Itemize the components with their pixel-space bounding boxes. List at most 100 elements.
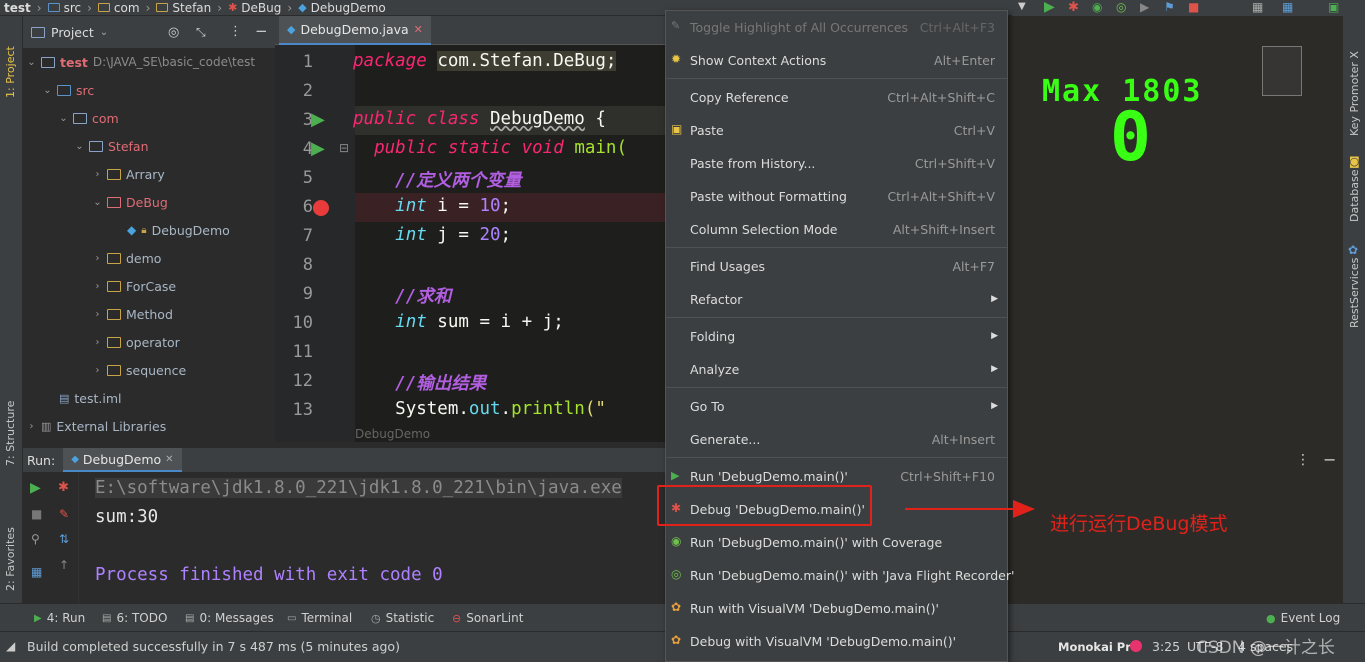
visualvm-icon: ✿ (671, 600, 682, 614)
key-promoter-tool-tab[interactable]: Key Promoter X (1348, 51, 1361, 136)
annotation-highlight-box (657, 485, 872, 526)
menu-item-refactor[interactable]: Refactor ▶ (666, 285, 1007, 313)
tab-run[interactable]: ▶ 4: Run (34, 611, 85, 625)
breadcrumb-debugdemo[interactable]: ◆ DebugDemo (298, 1, 386, 15)
breadcrumb-debug[interactable]: ✱ DeBug (228, 1, 281, 15)
close-icon[interactable]: ✕ (165, 454, 173, 465)
project-view-selector[interactable]: Project (51, 25, 94, 40)
sort-icon[interactable]: ⇅ (59, 532, 69, 546)
menu-item-run-with-jfr[interactable]: ◎ Run 'DebugDemo.main()' with 'Java Fligh… (666, 561, 1014, 589)
sonarlint-icon: ⊖ (452, 611, 462, 625)
menu-item-debug-with-visualvm[interactable]: ✿ Debug with VisualVM 'DebugDemo.main()' (666, 627, 1007, 655)
profile-icon[interactable]: ◎ (1116, 0, 1126, 14)
theme-indicator[interactable]: Monokai Pro (1058, 640, 1139, 654)
chevron-down-icon[interactable]: ⌄ (100, 27, 108, 38)
clipboard-icon: ▣ (671, 122, 683, 136)
tree-item-operator[interactable]: › operator (93, 332, 180, 352)
code-editor[interactable]: ◆ DebugDemo.java ✕ 1 2 3 4 5 6 7 8 9 10 … (275, 16, 665, 442)
debug-icon[interactable]: ✱ (58, 480, 69, 495)
database-tool-tab[interactable]: Database (1348, 170, 1361, 223)
pin-icon[interactable]: ⚲ (31, 532, 40, 546)
menu-item-folding[interactable]: Folding ▶ (666, 322, 1007, 350)
tree-item-com[interactable]: ⌄ com (59, 108, 118, 128)
tab-debugdemo-java[interactable]: ◆ DebugDemo.java ✕ (279, 16, 431, 45)
todo-icon: ▤ (102, 612, 112, 624)
menu-item-find-usages[interactable]: Find Usages Alt+F7 (666, 252, 1007, 280)
tab-statistic[interactable]: ◷ Statistic (371, 611, 434, 625)
settings-icon[interactable]: ⋮ (229, 24, 242, 39)
run-tab-debugdemo[interactable]: ◆ DebugDemo ✕ (63, 448, 182, 472)
tab-sonarlint[interactable]: ⊖ SonarLint (452, 611, 523, 625)
tree-item-demo[interactable]: › demo (93, 248, 162, 268)
tab-terminal[interactable]: ▭ Terminal (287, 611, 352, 625)
event-log-tab[interactable]: ● Event Log (1266, 611, 1340, 625)
tree-item-src[interactable]: ⌄ src (43, 80, 94, 100)
editor-breadcrumb[interactable]: DebugDemo (355, 427, 430, 441)
menu-item-paste-from-history[interactable]: Paste from History... Ctrl+Shift+V (666, 149, 1007, 177)
editor-gutter[interactable]: 1 2 3 4 5 6 7 8 9 10 11 12 13 ▶ ▶ ⊟ (275, 45, 355, 442)
minimize-icon[interactable]: − (255, 22, 268, 40)
menu-item-copy-reference[interactable]: Copy Reference Ctrl+Alt+Shift+C (666, 83, 1007, 111)
vcs-icon[interactable]: ▣ (1328, 0, 1339, 14)
project-tool-tab[interactable]: 1: Project (4, 46, 17, 98)
menu-item-show-context-actions[interactable]: ✹ Show Context Actions Alt+Enter (666, 46, 1007, 74)
breadcrumb-com[interactable]: com (97, 1, 140, 15)
scroll-up-icon[interactable]: ↑ (59, 558, 69, 572)
coverage-icon[interactable]: ◉ (1092, 0, 1102, 14)
tab-todo[interactable]: ▤ 6: TODO (102, 611, 167, 625)
tab-messages[interactable]: ▤ 0: Messages (185, 611, 274, 625)
status-message[interactable]: Build completed successfully in 7 s 487 … (27, 639, 400, 654)
menu-item-toggle-highlight[interactable]: ✎ Toggle Highlight of All Occurrences Ctrl… (666, 13, 1007, 41)
package-icon (107, 252, 121, 264)
profiler-icon: ◎ (671, 567, 682, 581)
layout-icon[interactable]: ▦ (1252, 0, 1263, 14)
collapse-icon[interactable]: ⤡ (196, 25, 206, 40)
restservices-tool-tab[interactable]: RestServices (1348, 258, 1361, 328)
menu-item-column-selection[interactable]: Column Selection Mode Alt+Shift+Insert (666, 215, 1007, 243)
clear-icon[interactable]: ✎ (59, 507, 69, 521)
run-gutter-icon[interactable]: ▶ (311, 109, 325, 130)
tree-item-forcase[interactable]: › ForCase (93, 276, 177, 296)
locate-icon[interactable]: ◎ (168, 25, 179, 40)
tree-item-stefan[interactable]: ⌄ Stefan (75, 136, 148, 156)
tree-item-external-libraries[interactable]: › ▥ External Libraries (27, 416, 167, 436)
rerun-icon[interactable]: ▶ (30, 480, 41, 496)
breadcrumb-src[interactable]: src (47, 1, 81, 15)
debug-icon[interactable]: ✱ (1068, 0, 1079, 15)
menu-item-paste[interactable]: ▣ Paste Ctrl+V (666, 116, 1007, 144)
grid-icon[interactable]: ▦ (1282, 0, 1293, 14)
chevron-right-icon: › (95, 336, 100, 348)
dropdown-arrow-icon[interactable]: ▼ (1018, 1, 1026, 12)
tree-item-test[interactable]: ⌄ test D:\JAVA_SE\basic_code\test (27, 52, 255, 72)
fold-icon[interactable]: ⊟ (339, 141, 349, 155)
tree-item-debug[interactable]: ⌄ DeBug (93, 192, 167, 212)
breadcrumb-project[interactable]: test (4, 1, 31, 15)
stop-icon[interactable]: ■ (1188, 0, 1199, 14)
menu-item-go-to[interactable]: Go To ▶ (666, 392, 1007, 420)
more-options-icon[interactable]: ⋮ (1296, 452, 1310, 468)
tree-item-sequence[interactable]: › sequence (93, 360, 187, 380)
close-icon[interactable]: ✕ (414, 23, 423, 36)
menu-item-analyze[interactable]: Analyze ▶ (666, 355, 1007, 383)
run-gutter-icon[interactable]: ▶ (311, 138, 325, 159)
tree-item-debugdemo[interactable]: ◆ 🔒︎ DebugDemo (127, 220, 230, 240)
run-icon[interactable]: ▶ (1044, 0, 1055, 15)
tree-item-test-iml[interactable]: ▤ test.iml (59, 388, 122, 408)
visualvm-icon[interactable]: ⚑ (1164, 0, 1175, 14)
run-with-icon[interactable]: ▶ (1140, 0, 1149, 14)
structure-tool-tab[interactable]: 7: Structure (4, 401, 17, 466)
stop-icon[interactable]: ■ (31, 507, 42, 521)
menu-item-run-with-coverage[interactable]: ◉ Run 'DebugDemo.main()' with Coverage (666, 528, 1007, 556)
favorites-tool-tab[interactable]: 2: Favorites (4, 527, 17, 591)
tree-item-method[interactable]: › Method (93, 304, 173, 324)
chevron-right-icon: › (29, 420, 34, 432)
tree-item-arrary[interactable]: › Arrary (93, 164, 165, 184)
menu-item-generate[interactable]: Generate... Alt+Insert (666, 425, 1007, 453)
menu-item-paste-without-formatting[interactable]: Paste without Formatting Ctrl+Alt+Shift+V (666, 182, 1007, 210)
minimize-icon[interactable]: − (1323, 450, 1336, 469)
layout-icon[interactable]: ▦ (31, 565, 42, 579)
breadcrumb-stefan[interactable]: Stefan (156, 1, 211, 15)
caret-position[interactable]: 3:25 (1152, 639, 1180, 654)
menu-item-run-with-visualvm[interactable]: ✿ Run with VisualVM 'DebugDemo.main()' (666, 594, 1007, 622)
breakpoint-icon[interactable] (313, 200, 329, 216)
